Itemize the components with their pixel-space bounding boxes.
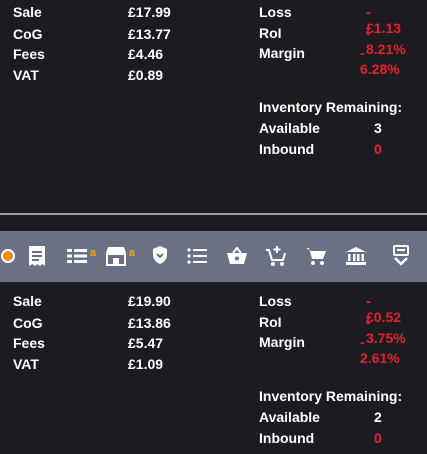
cog-value: £13.77: [128, 26, 171, 42]
cog-label: CoG: [13, 26, 43, 42]
available-value: 3: [374, 120, 382, 136]
amazon-list-icon[interactable]: a: [62, 241, 96, 271]
vat-label: VAT: [13, 356, 39, 372]
cog-value: £13.86: [128, 315, 171, 331]
top-calculation-panel: Sale £17.99 CoG £13.77 Fees £4.46 VAT £0…: [0, 0, 427, 213]
sale-value: £17.99: [128, 4, 171, 20]
basket-icon[interactable]: [222, 241, 252, 271]
orange-circle-icon[interactable]: [0, 241, 23, 271]
sale-value: £19.90: [128, 293, 171, 309]
amazon-badge: a: [128, 247, 135, 259]
list-icon[interactable]: [182, 241, 212, 271]
vat-label: VAT: [13, 67, 39, 83]
inventory-header: Inventory Remaining:: [259, 388, 403, 404]
amazon-store-icon[interactable]: a: [101, 241, 135, 271]
margin-value: - 6.28%: [360, 45, 400, 77]
fees-value: £4.46: [128, 46, 164, 62]
inventory-header: Inventory Remaining:: [259, 99, 403, 115]
add-to-cart-icon[interactable]: [261, 241, 291, 271]
margin-label: Margin: [259, 45, 305, 61]
inbound-value: 0: [374, 430, 382, 446]
inbound-value: 0: [374, 141, 382, 157]
available-label: Available: [259, 409, 320, 425]
vat-value: £1.09: [128, 356, 164, 372]
cog-label: CoG: [13, 315, 43, 331]
cart-icon[interactable]: [301, 241, 331, 271]
margin-value: - 2.61%: [360, 334, 400, 366]
roi-label: RoI: [259, 25, 282, 41]
loss-label: Loss: [259, 293, 292, 309]
roi-label: RoI: [259, 314, 282, 330]
available-value: 2: [374, 409, 382, 425]
fees-label: Fees: [13, 46, 45, 62]
bank-icon[interactable]: [341, 241, 371, 271]
panel-divider: [0, 213, 427, 215]
vat-value: £0.89: [128, 67, 164, 83]
fees-value: £5.47: [128, 335, 164, 351]
action-toolbar: a a: [0, 231, 427, 282]
loss-label: Loss: [259, 4, 292, 20]
inbound-label: Inbound: [259, 430, 315, 446]
shield-down-icon[interactable]: [145, 241, 175, 271]
inbound-label: Inbound: [259, 141, 315, 157]
available-label: Available: [259, 120, 320, 136]
fees-label: Fees: [13, 335, 45, 351]
bottom-calculation-panel: Sale £19.90 CoG £13.86 Fees £5.47 VAT £1…: [0, 289, 427, 454]
sale-label: Sale: [13, 293, 42, 309]
margin-label: Margin: [259, 334, 305, 350]
receipt-icon[interactable]: [22, 241, 52, 271]
download-box-icon[interactable]: [386, 241, 416, 271]
amazon-badge: a: [89, 247, 96, 259]
sale-label: Sale: [13, 4, 42, 20]
